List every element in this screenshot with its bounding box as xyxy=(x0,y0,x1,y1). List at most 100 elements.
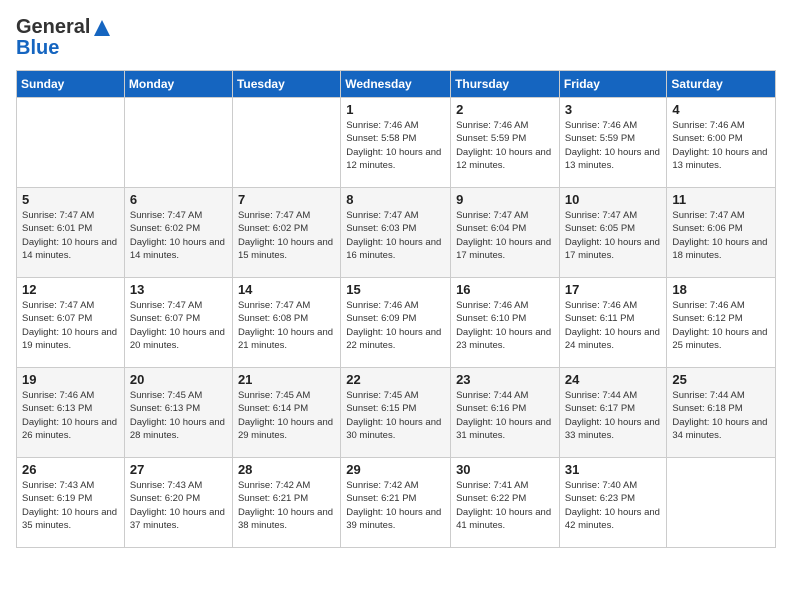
day-detail: Sunrise: 7:47 AMSunset: 6:04 PMDaylight:… xyxy=(456,209,554,262)
calendar-cell: 3 Sunrise: 7:46 AMSunset: 5:59 PMDayligh… xyxy=(559,98,667,188)
day-detail: Sunrise: 7:46 AMSunset: 6:00 PMDaylight:… xyxy=(672,119,770,172)
calendar-cell: 16 Sunrise: 7:46 AMSunset: 6:10 PMDaylig… xyxy=(451,278,560,368)
page-header: General Blue xyxy=(16,16,776,60)
calendar-week-row: 19 Sunrise: 7:46 AMSunset: 6:13 PMDaylig… xyxy=(17,368,776,458)
day-detail: Sunrise: 7:44 AMSunset: 6:18 PMDaylight:… xyxy=(672,389,770,442)
calendar-cell: 27 Sunrise: 7:43 AMSunset: 6:20 PMDaylig… xyxy=(124,458,232,548)
day-detail: Sunrise: 7:46 AMSunset: 6:13 PMDaylight:… xyxy=(22,389,119,442)
day-detail: Sunrise: 7:45 AMSunset: 6:14 PMDaylight:… xyxy=(238,389,335,442)
calendar-cell: 8 Sunrise: 7:47 AMSunset: 6:03 PMDayligh… xyxy=(341,188,451,278)
day-number: 4 xyxy=(672,102,770,117)
day-detail: Sunrise: 7:46 AMSunset: 6:12 PMDaylight:… xyxy=(672,299,770,352)
day-detail: Sunrise: 7:47 AMSunset: 6:02 PMDaylight:… xyxy=(238,209,335,262)
day-detail: Sunrise: 7:43 AMSunset: 6:19 PMDaylight:… xyxy=(22,479,119,532)
calendar-cell: 20 Sunrise: 7:45 AMSunset: 6:13 PMDaylig… xyxy=(124,368,232,458)
day-detail: Sunrise: 7:40 AMSunset: 6:23 PMDaylight:… xyxy=(565,479,662,532)
calendar-cell xyxy=(17,98,125,188)
day-number: 28 xyxy=(238,462,335,477)
day-of-week-header: Friday xyxy=(559,71,667,98)
calendar-cell: 30 Sunrise: 7:41 AMSunset: 6:22 PMDaylig… xyxy=(451,458,560,548)
day-detail: Sunrise: 7:42 AMSunset: 6:21 PMDaylight:… xyxy=(346,479,445,532)
day-number: 19 xyxy=(22,372,119,387)
day-number: 25 xyxy=(672,372,770,387)
calendar-cell: 11 Sunrise: 7:47 AMSunset: 6:06 PMDaylig… xyxy=(667,188,776,278)
day-of-week-header: Wednesday xyxy=(341,71,451,98)
day-number: 21 xyxy=(238,372,335,387)
day-number: 30 xyxy=(456,462,554,477)
calendar-cell: 14 Sunrise: 7:47 AMSunset: 6:08 PMDaylig… xyxy=(232,278,340,368)
calendar-week-row: 1 Sunrise: 7:46 AMSunset: 5:58 PMDayligh… xyxy=(17,98,776,188)
calendar-week-row: 5 Sunrise: 7:47 AMSunset: 6:01 PMDayligh… xyxy=(17,188,776,278)
day-number: 31 xyxy=(565,462,662,477)
calendar-cell: 13 Sunrise: 7:47 AMSunset: 6:07 PMDaylig… xyxy=(124,278,232,368)
day-detail: Sunrise: 7:47 AMSunset: 6:07 PMDaylight:… xyxy=(130,299,227,352)
calendar-cell: 10 Sunrise: 7:47 AMSunset: 6:05 PMDaylig… xyxy=(559,188,667,278)
day-number: 11 xyxy=(672,192,770,207)
day-number: 26 xyxy=(22,462,119,477)
calendar-cell: 17 Sunrise: 7:46 AMSunset: 6:11 PMDaylig… xyxy=(559,278,667,368)
day-detail: Sunrise: 7:45 AMSunset: 6:13 PMDaylight:… xyxy=(130,389,227,442)
day-number: 1 xyxy=(346,102,445,117)
calendar-cell: 5 Sunrise: 7:47 AMSunset: 6:01 PMDayligh… xyxy=(17,188,125,278)
calendar-week-row: 26 Sunrise: 7:43 AMSunset: 6:19 PMDaylig… xyxy=(17,458,776,548)
day-detail: Sunrise: 7:46 AMSunset: 6:10 PMDaylight:… xyxy=(456,299,554,352)
calendar-cell: 23 Sunrise: 7:44 AMSunset: 6:16 PMDaylig… xyxy=(451,368,560,458)
calendar-cell: 28 Sunrise: 7:42 AMSunset: 6:21 PMDaylig… xyxy=(232,458,340,548)
day-number: 29 xyxy=(346,462,445,477)
calendar-cell xyxy=(124,98,232,188)
calendar-cell: 15 Sunrise: 7:46 AMSunset: 6:09 PMDaylig… xyxy=(341,278,451,368)
day-number: 23 xyxy=(456,372,554,387)
day-of-week-header: Tuesday xyxy=(232,71,340,98)
day-detail: Sunrise: 7:45 AMSunset: 6:15 PMDaylight:… xyxy=(346,389,445,442)
logo-general-text: General xyxy=(16,16,90,39)
calendar-cell: 12 Sunrise: 7:47 AMSunset: 6:07 PMDaylig… xyxy=(17,278,125,368)
day-number: 9 xyxy=(456,192,554,207)
calendar-cell: 25 Sunrise: 7:44 AMSunset: 6:18 PMDaylig… xyxy=(667,368,776,458)
calendar: SundayMondayTuesdayWednesdayThursdayFrid… xyxy=(16,70,776,548)
day-detail: Sunrise: 7:47 AMSunset: 6:07 PMDaylight:… xyxy=(22,299,119,352)
calendar-cell: 2 Sunrise: 7:46 AMSunset: 5:59 PMDayligh… xyxy=(451,98,560,188)
calendar-cell: 19 Sunrise: 7:46 AMSunset: 6:13 PMDaylig… xyxy=(17,368,125,458)
day-detail: Sunrise: 7:46 AMSunset: 5:59 PMDaylight:… xyxy=(565,119,662,172)
day-detail: Sunrise: 7:47 AMSunset: 6:08 PMDaylight:… xyxy=(238,299,335,352)
day-number: 27 xyxy=(130,462,227,477)
day-number: 8 xyxy=(346,192,445,207)
calendar-cell: 18 Sunrise: 7:46 AMSunset: 6:12 PMDaylig… xyxy=(667,278,776,368)
day-number: 14 xyxy=(238,282,335,297)
day-detail: Sunrise: 7:44 AMSunset: 6:16 PMDaylight:… xyxy=(456,389,554,442)
day-detail: Sunrise: 7:44 AMSunset: 6:17 PMDaylight:… xyxy=(565,389,662,442)
day-of-week-header: Monday xyxy=(124,71,232,98)
day-detail: Sunrise: 7:46 AMSunset: 6:09 PMDaylight:… xyxy=(346,299,445,352)
calendar-cell xyxy=(667,458,776,548)
day-of-week-header: Saturday xyxy=(667,71,776,98)
day-number: 7 xyxy=(238,192,335,207)
day-detail: Sunrise: 7:47 AMSunset: 6:02 PMDaylight:… xyxy=(130,209,227,262)
calendar-cell: 22 Sunrise: 7:45 AMSunset: 6:15 PMDaylig… xyxy=(341,368,451,458)
logo-blue-text: Blue xyxy=(16,37,59,60)
calendar-cell: 24 Sunrise: 7:44 AMSunset: 6:17 PMDaylig… xyxy=(559,368,667,458)
day-number: 15 xyxy=(346,282,445,297)
day-number: 10 xyxy=(565,192,662,207)
calendar-cell: 31 Sunrise: 7:40 AMSunset: 6:23 PMDaylig… xyxy=(559,458,667,548)
day-detail: Sunrise: 7:47 AMSunset: 6:01 PMDaylight:… xyxy=(22,209,119,262)
day-number: 13 xyxy=(130,282,227,297)
calendar-cell: 6 Sunrise: 7:47 AMSunset: 6:02 PMDayligh… xyxy=(124,188,232,278)
day-detail: Sunrise: 7:46 AMSunset: 5:58 PMDaylight:… xyxy=(346,119,445,172)
logo: General Blue xyxy=(16,16,112,60)
day-number: 16 xyxy=(456,282,554,297)
day-of-week-header: Thursday xyxy=(451,71,560,98)
calendar-cell: 21 Sunrise: 7:45 AMSunset: 6:14 PMDaylig… xyxy=(232,368,340,458)
day-detail: Sunrise: 7:47 AMSunset: 6:05 PMDaylight:… xyxy=(565,209,662,262)
day-number: 20 xyxy=(130,372,227,387)
calendar-cell: 9 Sunrise: 7:47 AMSunset: 6:04 PMDayligh… xyxy=(451,188,560,278)
day-number: 24 xyxy=(565,372,662,387)
calendar-cell: 7 Sunrise: 7:47 AMSunset: 6:02 PMDayligh… xyxy=(232,188,340,278)
day-number: 22 xyxy=(346,372,445,387)
day-number: 3 xyxy=(565,102,662,117)
day-detail: Sunrise: 7:46 AMSunset: 6:11 PMDaylight:… xyxy=(565,299,662,352)
day-number: 18 xyxy=(672,282,770,297)
day-detail: Sunrise: 7:46 AMSunset: 5:59 PMDaylight:… xyxy=(456,119,554,172)
calendar-cell: 29 Sunrise: 7:42 AMSunset: 6:21 PMDaylig… xyxy=(341,458,451,548)
day-number: 2 xyxy=(456,102,554,117)
calendar-cell xyxy=(232,98,340,188)
